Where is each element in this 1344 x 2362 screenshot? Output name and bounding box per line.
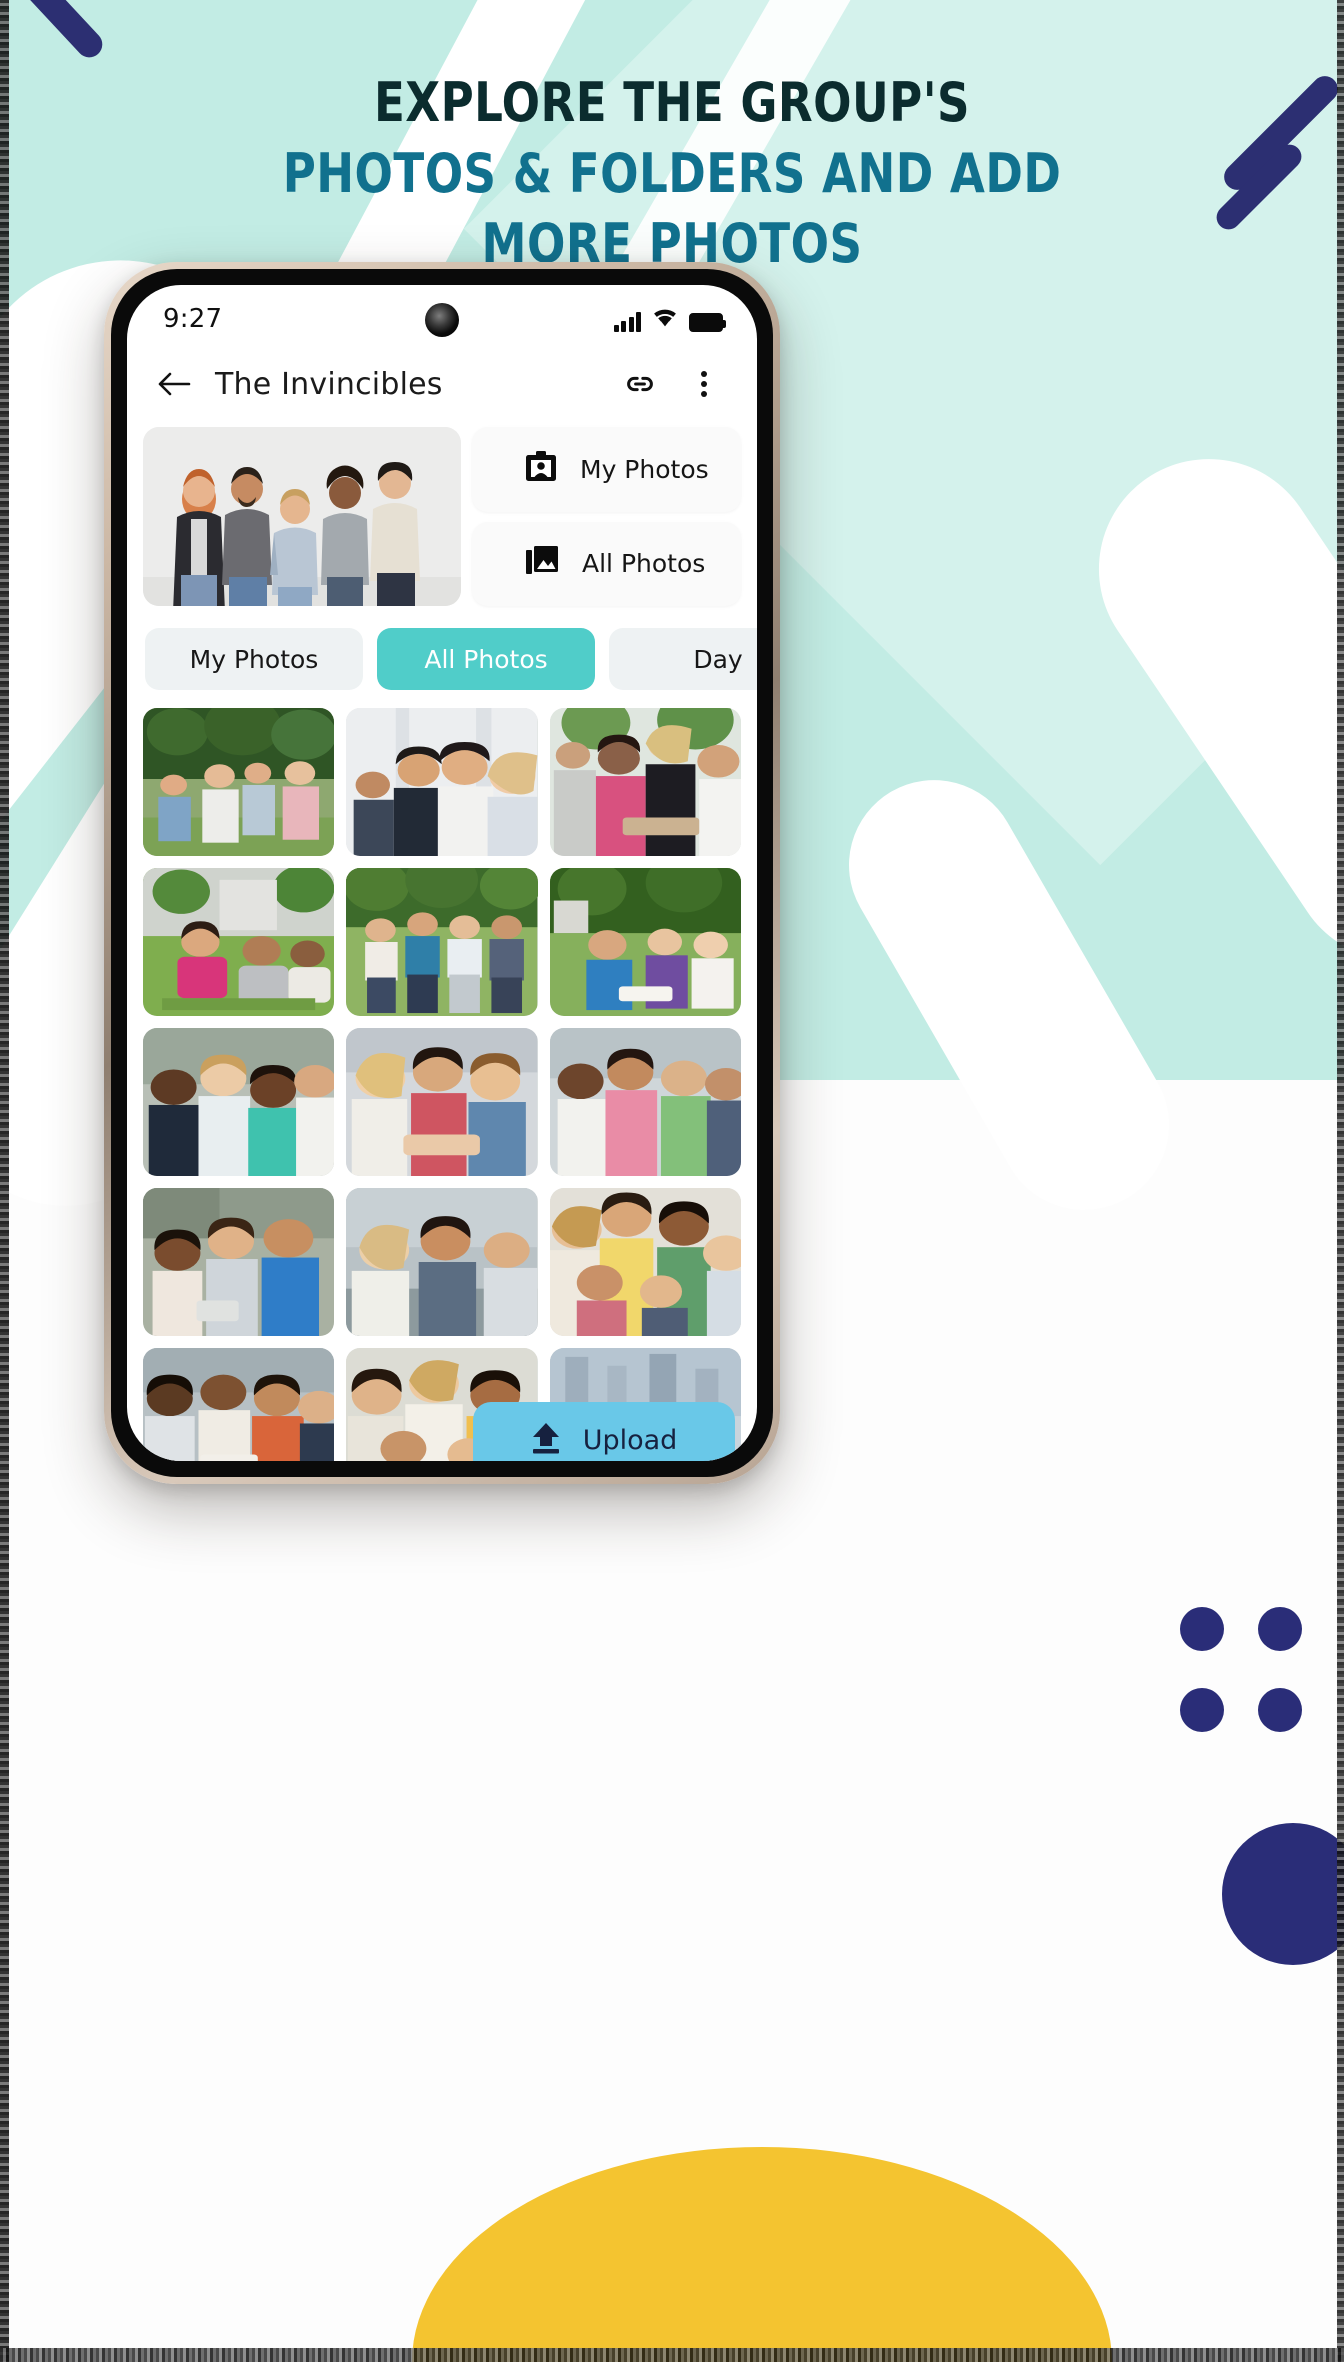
- wifi-icon: [652, 307, 678, 332]
- status-bar: 9:27: [127, 285, 757, 347]
- phone-mockup: 9:27 The Invincibles My Photos All Photo…: [104, 262, 780, 1484]
- photo-grid-item[interactable]: [346, 1028, 538, 1176]
- hero-row: My Photos All Photos: [127, 421, 757, 606]
- tab-my-photos[interactable]: My Photos: [145, 628, 363, 690]
- my-photos-card-label: My Photos: [580, 454, 709, 484]
- poster-canvas: EXPLORE THE GROUP'S PHOTOS & FOLDERS AND…: [0, 0, 1344, 2362]
- photo-grid-wrapper: Upload: [127, 708, 757, 1461]
- all-photos-card-label: All Photos: [582, 549, 706, 579]
- phone-frame: 9:27 The Invincibles My Photos All Photo…: [104, 262, 780, 1484]
- overflow-menu-icon[interactable]: [681, 361, 727, 407]
- all-photos-card[interactable]: All Photos: [472, 521, 741, 606]
- navy-dot-decoration: [1258, 1607, 1302, 1651]
- photo-library-icon: [526, 546, 558, 581]
- upload-button[interactable]: Upload: [473, 1402, 735, 1461]
- headline-line-1: EXPLORE THE GROUP'S: [373, 71, 971, 134]
- id-badge-icon: [526, 450, 556, 488]
- photo-grid-item[interactable]: [346, 868, 538, 1016]
- photo-grid: [127, 708, 757, 1461]
- signal-bars-icon: [613, 311, 641, 332]
- phone-screen: 9:27 The Invincibles My Photos All Photo…: [127, 285, 757, 1461]
- navy-dot-decoration: [1180, 1688, 1224, 1732]
- photo-grid-item[interactable]: [143, 1028, 335, 1176]
- navy-dot-decoration: [1258, 1688, 1302, 1732]
- tab-all-photos[interactable]: All Photos: [377, 628, 595, 690]
- group-cover-photo[interactable]: [143, 427, 461, 606]
- tab-day[interactable]: Day: [609, 628, 757, 690]
- photo-filter-tabs: My Photos All Photos Day: [127, 606, 757, 708]
- photo-grid-item[interactable]: [549, 1188, 741, 1336]
- poster-headline: EXPLORE THE GROUP'S PHOTOS & FOLDERS AND…: [0, 72, 1344, 275]
- photo-grid-item[interactable]: [346, 1188, 538, 1336]
- app-bar: The Invincibles: [127, 347, 757, 421]
- left-edge-artifact: [0, 0, 9, 2362]
- photo-grid-item[interactable]: [549, 708, 741, 856]
- my-photos-card[interactable]: My Photos: [472, 427, 741, 512]
- photo-grid-item[interactable]: [549, 1028, 741, 1176]
- navy-dot-decoration: [1180, 1607, 1224, 1651]
- right-edge-artifact: [1337, 0, 1344, 2362]
- photo-grid-item[interactable]: [143, 868, 335, 1016]
- back-arrow-icon[interactable]: [151, 361, 197, 407]
- front-camera-icon: [425, 303, 459, 337]
- hero-card-column: My Photos All Photos: [472, 427, 741, 606]
- photo-grid-item[interactable]: [346, 708, 538, 856]
- photo-grid-item[interactable]: [143, 1188, 335, 1336]
- photo-grid-item[interactable]: [143, 708, 335, 856]
- headline-line-2: PHOTOS & FOLDERS AND ADD: [282, 141, 1062, 205]
- photo-grid-item[interactable]: [143, 1348, 335, 1461]
- battery-full-icon: [689, 312, 726, 332]
- page-title: The Invincibles: [215, 366, 443, 402]
- upload-button-label: Upload: [582, 1424, 678, 1456]
- photo-grid-item[interactable]: [549, 868, 741, 1016]
- status-time: 9:27: [163, 304, 223, 334]
- phone-bezel: 9:27 The Invincibles My Photos All Photo…: [111, 269, 773, 1477]
- status-icons: [613, 307, 726, 332]
- upload-arrow-icon: [531, 1422, 561, 1459]
- bottom-edge-artifact: [0, 2348, 1344, 2362]
- link-icon[interactable]: [617, 361, 663, 407]
